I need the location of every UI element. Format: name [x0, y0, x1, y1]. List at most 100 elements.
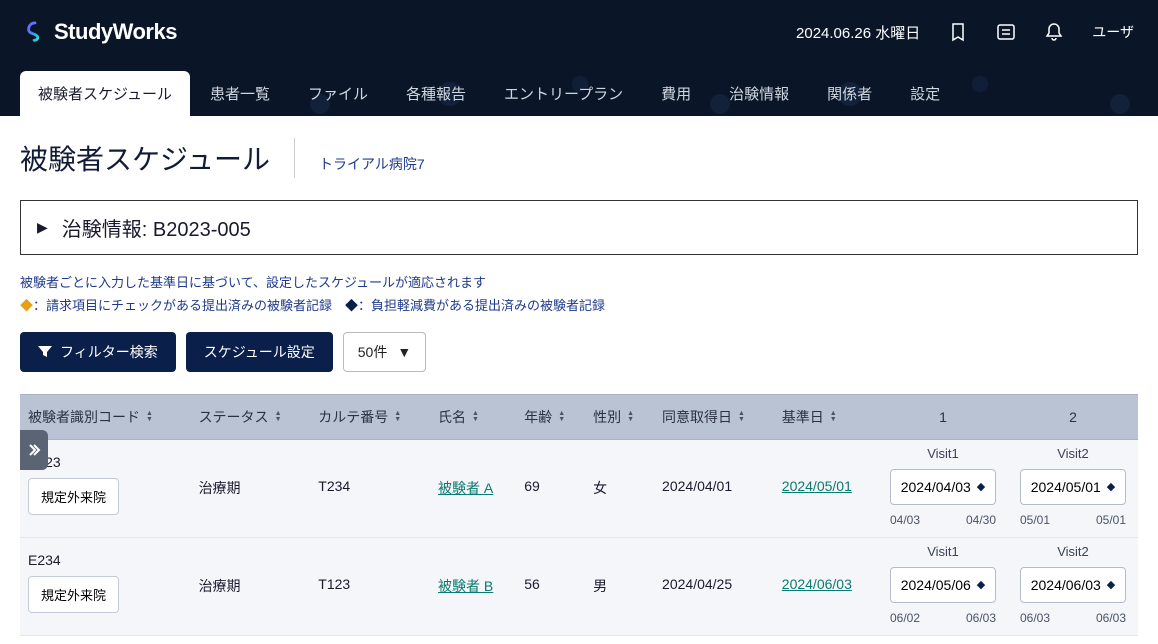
subject-code: E234 — [28, 552, 183, 568]
col-header-8[interactable]: 1 — [878, 394, 1008, 439]
toolbar: フィルター検索 スケジュール設定 50件 ▼ — [20, 332, 1138, 372]
tab-0[interactable]: 被験者スケジュール — [20, 71, 190, 116]
unscheduled-visit-button[interactable]: 規定外来院 — [28, 576, 119, 613]
tab-5[interactable]: 費用 — [643, 71, 709, 116]
app-logo: StudyWorks — [24, 19, 177, 45]
logo-icon — [24, 21, 46, 43]
trial-info-text: 治験情報: B2023-005 — [62, 213, 251, 242]
schedule-label: スケジュール設定 — [204, 342, 315, 362]
visit-name: Visit2 — [1016, 544, 1130, 559]
sort-icon: ▲▼ — [738, 411, 745, 423]
filter-icon — [38, 346, 52, 358]
table-header-row: 被験者識別コード ▲▼ステータス ▲▼カルテ番号 ▲▼氏名 ▲▼年齢 ▲▼性別 … — [20, 394, 1138, 439]
note-line-2a: ：請求項目にチェックがある提出済みの被験者記録 — [33, 298, 345, 313]
col-header-2[interactable]: カルテ番号 ▲▼ — [310, 394, 430, 439]
sort-icon: ▲▼ — [394, 411, 401, 423]
visit-cell: Visit1 2024/04/03 ◆ 04/0304/30 — [878, 439, 1008, 537]
page-size-select[interactable]: 50件 ▼ — [343, 332, 426, 372]
reference-date-link[interactable]: 2024/05/01 — [782, 450, 852, 494]
status-cell: 治療期 — [191, 537, 311, 635]
visit-date-button[interactable]: 2024/05/01 ◆ — [1020, 469, 1127, 505]
tab-2[interactable]: ファイル — [290, 71, 386, 116]
code-cell: E234 規定外来院 — [20, 537, 191, 635]
trial-info-banner[interactable]: ▶ 治験情報: B2023-005 — [20, 200, 1138, 255]
note-line-1: 被験者ごとに入力した基準日に基づいて、設定したスケジュールが適応されます — [20, 271, 1138, 294]
visit-date-button[interactable]: 2024/06/03 ◆ — [1020, 567, 1127, 603]
tab-4[interactable]: エントリープラン — [486, 71, 641, 116]
bell-icon[interactable] — [1044, 22, 1064, 42]
table-body: E123規定外来院治療期T234被験者 A69女2024/04/012024/0… — [20, 439, 1138, 635]
visit-name: Visit1 — [886, 544, 1000, 559]
visit-date-button[interactable]: 2024/05/06 ◆ — [890, 567, 997, 603]
visit-name: Visit2 — [1016, 446, 1130, 461]
visit-cell: Visit22024/06/03 ◆06/0306/03 — [1008, 537, 1138, 635]
col-header-6[interactable]: 同意取得日 ▲▼ — [654, 394, 774, 439]
visit-cell: Visit2 2024/05/01 ◆ 05/0105/01 — [1008, 439, 1138, 537]
karte-cell: T123 — [310, 537, 430, 635]
visit-range: 06/0206/03 — [886, 611, 1000, 625]
refdate-cell: 2024/05/01 — [774, 439, 878, 537]
visit-range: 04/0304/30 — [886, 513, 1000, 527]
app-header: StudyWorks 2024.06.26 水曜日 ユーザ — [0, 0, 1158, 64]
col-header-1[interactable]: ステータス ▲▼ — [191, 394, 311, 439]
bookmark-icon[interactable] — [948, 22, 968, 42]
expand-panel-button[interactable] — [20, 430, 48, 470]
schedule-settings-button[interactable]: スケジュール設定 — [186, 332, 333, 372]
sort-icon: ▲▼ — [830, 411, 837, 423]
diamond-icon: ◆ — [977, 578, 985, 591]
app-name: StudyWorks — [54, 19, 177, 45]
subject-name-link[interactable]: 被験者 B — [438, 548, 493, 596]
col-header-5[interactable]: 性別 ▲▼ — [585, 394, 654, 439]
tab-bar: 被験者スケジュール患者一覧ファイル各種報告エントリープラン費用治験情報関係者設定 — [0, 64, 1158, 116]
diamond-orange-icon: ◆ — [20, 298, 33, 313]
col-header-9[interactable]: 2 — [1008, 394, 1138, 439]
filter-label: フィルター検索 — [60, 342, 158, 362]
schedule-table: 被験者識別コード ▲▼ステータス ▲▼カルテ番号 ▲▼氏名 ▲▼年齢 ▲▼性別 … — [20, 394, 1138, 636]
tab-7[interactable]: 関係者 — [809, 71, 890, 116]
chevron-right-double-icon — [27, 443, 41, 457]
sort-icon: ▲▼ — [472, 411, 479, 423]
karte-cell: T234 — [310, 439, 430, 537]
schedule-table-wrap: 被験者識別コード ▲▼ステータス ▲▼カルテ番号 ▲▼氏名 ▲▼年齢 ▲▼性別 … — [20, 394, 1138, 636]
refdate-cell: 2024/06/03 — [774, 537, 878, 635]
col-header-3[interactable]: 氏名 ▲▼ — [430, 394, 516, 439]
page-title: 被験者スケジュール — [20, 138, 295, 178]
note-text: 被験者ごとに入力した基準日に基づいて、設定したスケジュールが適応されます ◆：請… — [20, 271, 1138, 318]
sex-cell: 男 — [585, 537, 654, 635]
visit-date-button[interactable]: 2024/04/03 ◆ — [890, 469, 997, 505]
tab-6[interactable]: 治験情報 — [711, 71, 807, 116]
tab-1[interactable]: 患者一覧 — [192, 71, 288, 116]
name-cell: 被験者 A — [430, 439, 516, 537]
age-cell: 69 — [516, 439, 585, 537]
tab-8[interactable]: 設定 — [892, 71, 958, 116]
col-header-7[interactable]: 基準日 ▲▼ — [774, 394, 878, 439]
status-cell: 治療期 — [191, 439, 311, 537]
diamond-icon: ◆ — [1107, 480, 1115, 493]
sort-icon: ▲▼ — [275, 411, 282, 423]
sort-icon: ▲▼ — [627, 411, 634, 423]
note-line-2b: ：負担軽減費がある提出済みの被験者記録 — [358, 298, 605, 313]
user-menu[interactable]: ユーザ — [1092, 22, 1134, 42]
reference-date-link[interactable]: 2024/06/03 — [782, 548, 852, 592]
col-header-4[interactable]: 年齢 ▲▼ — [516, 394, 585, 439]
tab-3[interactable]: 各種報告 — [388, 71, 484, 116]
sort-icon: ▲▼ — [146, 411, 153, 423]
chevron-down-icon: ▼ — [397, 344, 411, 360]
page-size-value: 50件 — [358, 342, 388, 362]
subject-name-link[interactable]: 被験者 A — [438, 450, 493, 498]
header-date: 2024.06.26 水曜日 — [796, 22, 920, 43]
subject-code: E123 — [28, 454, 183, 470]
visit-cell: Visit1 2024/05/06 ◆ 06/0206/03 — [878, 537, 1008, 635]
table-row: E123規定外来院治療期T234被験者 A69女2024/04/012024/0… — [20, 439, 1138, 537]
visit-range: 05/0105/01 — [1016, 513, 1130, 527]
consent-cell: 2024/04/25 — [654, 537, 774, 635]
filter-search-button[interactable]: フィルター検索 — [20, 332, 176, 372]
unscheduled-visit-button[interactable]: 規定外来院 — [28, 478, 119, 515]
sort-icon: ▲▼ — [558, 411, 565, 423]
age-cell: 56 — [516, 537, 585, 635]
table-row: E234規定外来院治療期T123被験者 B56男2024/04/252024/0… — [20, 537, 1138, 635]
visit-name: Visit1 — [886, 446, 1000, 461]
notes-icon[interactable] — [996, 22, 1016, 42]
play-icon: ▶ — [37, 219, 48, 236]
hospital-name: トライアル病院7 — [319, 154, 425, 174]
